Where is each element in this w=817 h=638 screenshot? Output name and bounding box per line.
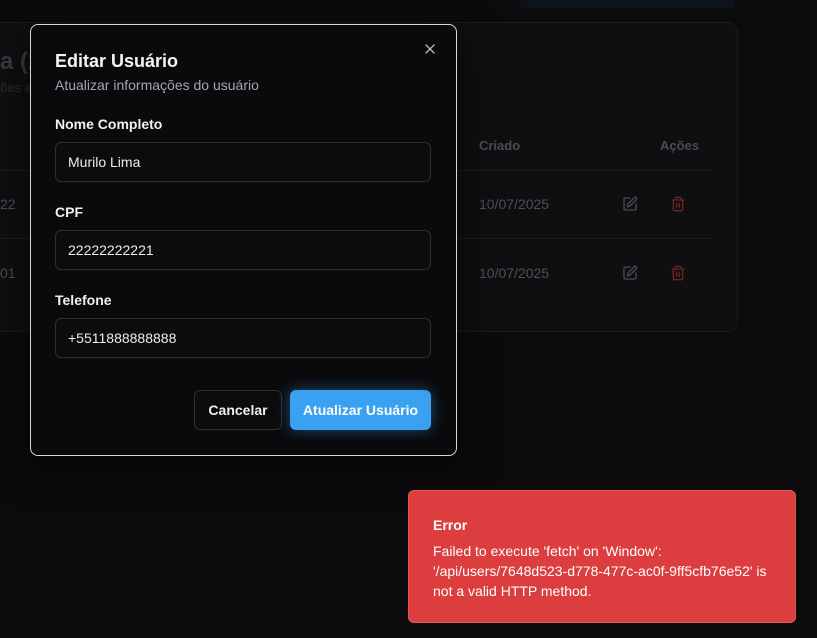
phone-field[interactable] [55,318,431,358]
column-header-actions: Ações [660,138,700,153]
close-button[interactable] [420,41,440,61]
phone-label: Telefone [55,292,112,308]
edit-icon[interactable] [622,265,638,281]
dialog-title: Editar Usuário [55,51,179,71]
cpf-label: CPF [55,204,83,220]
column-header-created: Criado [479,138,521,153]
trash-icon[interactable] [670,196,686,212]
update-user-button[interactable]: Atualizar Usuário [290,390,431,430]
row-id-fragment: 01 [0,265,16,281]
background-topbar [520,0,735,8]
name-field[interactable] [55,142,431,182]
row-created-date: 10/07/2025 [479,265,550,281]
dialog-description: Atualizar informações do usuário [55,77,259,93]
error-toast[interactable]: Error Failed to execute 'fetch' on 'Wind… [408,490,796,623]
edit-user-dialog: Editar Usuário Atualizar informações do … [30,24,457,456]
cpf-field[interactable] [55,230,431,270]
edit-icon[interactable] [622,196,638,212]
toast-title: Error [433,517,468,533]
row-id-fragment: 22 [0,196,16,212]
row-created-date: 10/07/2025 [479,196,550,212]
name-label: Nome Completo [55,116,163,132]
close-icon [423,42,437,61]
page: a (2 ões e Criado Ações 22 10/07/2025 01… [0,0,817,638]
cancel-button[interactable]: Cancelar [194,390,282,430]
toast-message: Failed to execute 'fetch' on 'Window': '… [433,543,767,599]
trash-icon[interactable] [670,265,686,281]
